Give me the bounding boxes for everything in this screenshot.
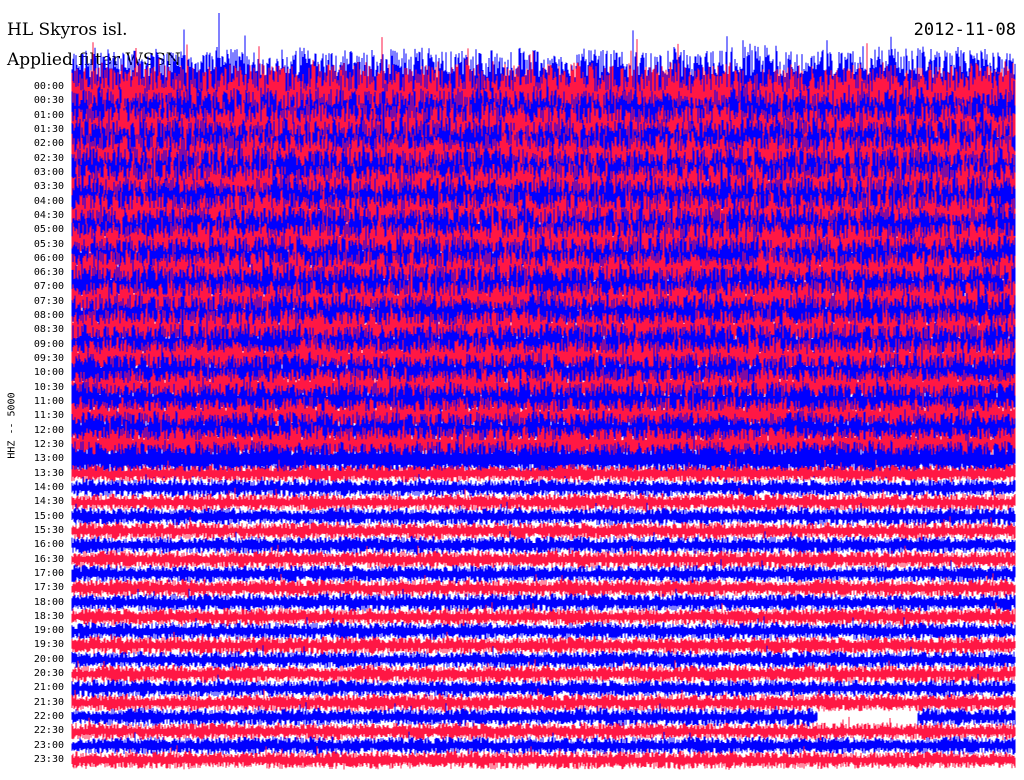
seismogram-traces [71, 13, 1016, 770]
helicorder-plot: HL Skyros isl. Applied filter WSSN 2012-… [0, 0, 1024, 780]
